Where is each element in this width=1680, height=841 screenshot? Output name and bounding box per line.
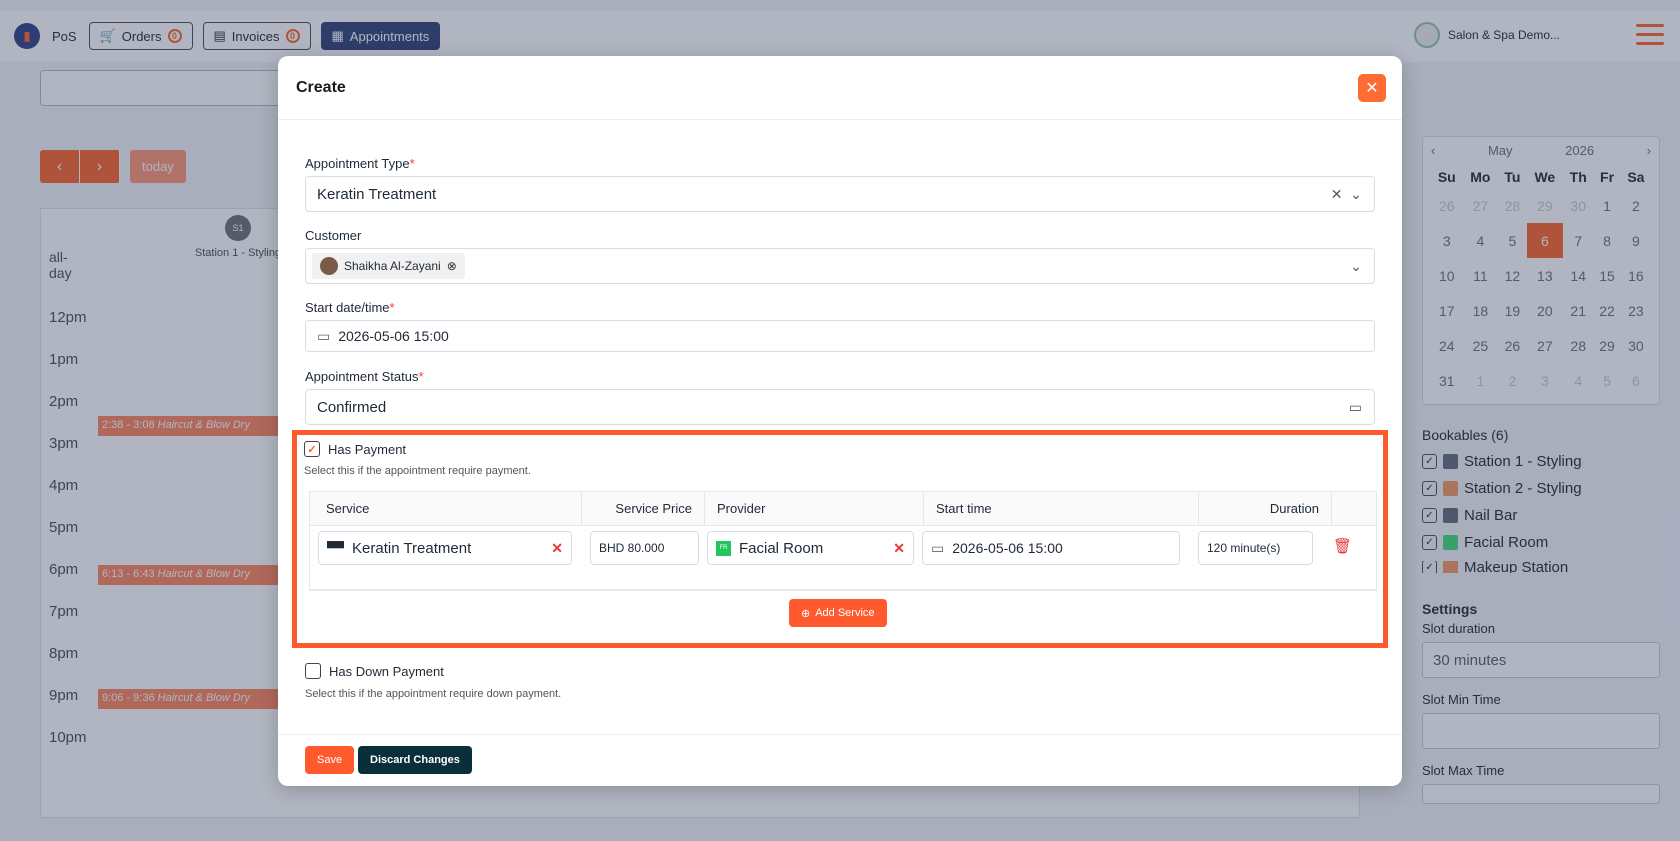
duration-input[interactable]: 120 minute(s) [1198, 531, 1313, 565]
header-provider: Provider [705, 492, 924, 525]
has-down-payment-hint: Select this if the appointment require d… [305, 688, 562, 700]
service-price-input[interactable]: BHD 80.000 [590, 531, 699, 565]
status-label: Appointment Status* [305, 369, 424, 384]
checkbox-checked-icon[interactable]: ✓ [304, 441, 320, 457]
appointment-type-select[interactable]: Keratin Treatment ✕ ⌄ [305, 176, 1375, 212]
has-payment-hint: Select this if the appointment require p… [304, 465, 531, 477]
app-background: ▮ PoS 🛒 Orders 0 ▤ Invoices 0 ▦ Appointm… [0, 0, 1680, 841]
status-select[interactable]: Confirmed ▭ [305, 389, 1375, 425]
start-datetime-input[interactable]: ▭ 2026-05-06 15:00 [305, 320, 1375, 352]
calendar-icon: ▭ [317, 327, 331, 344]
close-icon[interactable]: ✕ [1358, 74, 1386, 102]
start-time-input[interactable]: ▭ 2026-05-06 15:00 [922, 531, 1180, 565]
chevron-down-icon[interactable]: ⌄ [1350, 258, 1362, 275]
clear-icon[interactable]: ✕ [551, 540, 563, 557]
provider-badge: FR [716, 540, 731, 556]
add-service-button[interactable]: ⊕ Add Service [789, 599, 887, 627]
payment-section: ✓ Has Payment Select this if the appoint… [292, 430, 1388, 648]
services-table: Service Service Price Provider Start tim… [309, 491, 1377, 591]
has-down-payment-checkbox[interactable]: Has Down Payment [305, 663, 444, 679]
create-appointment-modal: Create ✕ Appointment Type* Keratin Treat… [278, 56, 1402, 786]
calendar-icon: ▭ [931, 539, 945, 556]
modal-title: Create [278, 56, 1402, 120]
avatar [320, 257, 338, 275]
clear-icon[interactable]: ✕ [893, 540, 905, 557]
appointment-type-label: Appointment Type* [305, 156, 415, 171]
service-icon: ▀▀ [327, 541, 345, 555]
header-duration: Duration [1199, 492, 1332, 525]
remove-chip-icon[interactable]: ⊗ [447, 259, 457, 273]
plus-circle-icon: ⊕ [801, 607, 811, 620]
header-price: Service Price [582, 492, 705, 525]
discard-changes-button[interactable]: Discard Changes [358, 746, 472, 774]
start-datetime-label: Start date/time* [305, 300, 395, 315]
provider-select[interactable]: FR Facial Room ✕ [707, 531, 914, 565]
keyboard-icon: ▭ [1348, 398, 1362, 415]
customer-select[interactable]: Shaikha Al-Zayani ⊗ ⌄ [305, 248, 1375, 284]
trash-icon[interactable]: 🗑 [1333, 537, 1352, 555]
clear-and-chevron-icon[interactable]: ✕ ⌄ [1331, 186, 1362, 203]
services-table-header: Service Service Price Provider Start tim… [310, 492, 1376, 526]
save-button[interactable]: Save [305, 746, 355, 774]
checkbox-empty-icon[interactable] [305, 663, 321, 679]
service-select[interactable]: ▀▀ Keratin Treatment ✕ [318, 531, 572, 565]
table-row: ▀▀ Keratin Treatment ✕ BHD 80.000 FR Fac… [310, 526, 1376, 590]
customer-chip: Shaikha Al-Zayani ⊗ [312, 253, 465, 279]
has-payment-checkbox[interactable]: ✓ Has Payment [304, 441, 406, 457]
customer-label: Customer [305, 228, 362, 243]
modal-footer-divider [278, 734, 1402, 735]
header-start-time: Start time [924, 492, 1199, 525]
header-service: Service [310, 492, 582, 525]
